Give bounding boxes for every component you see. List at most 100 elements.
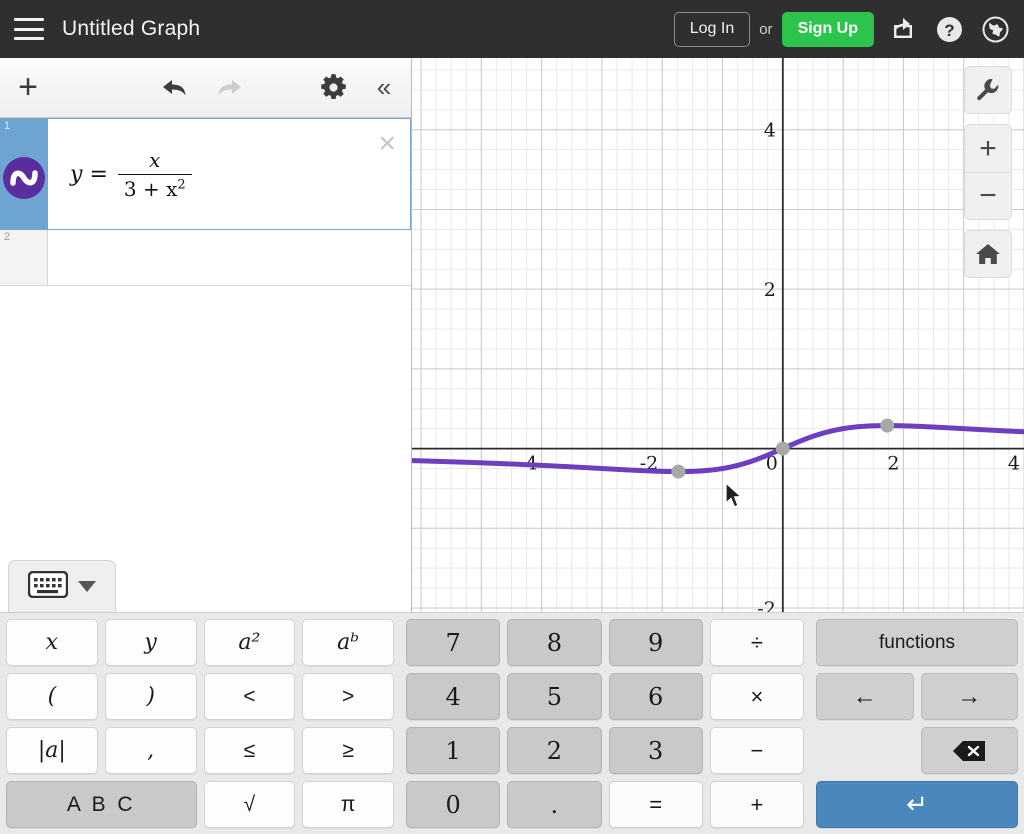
x-tick-label: 2 bbox=[887, 453, 899, 475]
graph-title[interactable]: Untitled Graph bbox=[62, 17, 200, 41]
zoom-out-button[interactable]: − bbox=[964, 172, 1012, 220]
redo-arrow-icon[interactable] bbox=[202, 58, 254, 118]
expression-gutter-1[interactable]: 1 bbox=[0, 119, 48, 229]
expression-input-1[interactable]: × y = x 3 + x2 bbox=[48, 119, 410, 229]
fraction-denominator: 3 + x2 bbox=[117, 173, 192, 201]
y-tick-label: 4 bbox=[764, 120, 776, 142]
expression-math-1: y = x 3 + x2 bbox=[70, 148, 195, 201]
y-tick-label: 2 bbox=[764, 279, 776, 301]
expression-panel: + « 1 × y = x 3 + x2 2 bbox=[0, 58, 412, 612]
key-enter[interactable]: ↵ bbox=[816, 781, 1018, 828]
key-y[interactable]: y bbox=[104, 619, 197, 666]
add-expression-button[interactable]: + bbox=[0, 58, 56, 118]
help-question-icon[interactable]: ? bbox=[932, 12, 966, 46]
math-keyboard: x y a² aᵇ () < > |a|, ≤ ≥ A B C √ π 7 8 9 ÷ 4 5 6 × 1 2 3− 0. = +… bbox=[0, 612, 1024, 834]
key-multiply[interactable]: × bbox=[709, 673, 804, 720]
key-x[interactable]: x bbox=[6, 619, 98, 666]
globe-language-icon[interactable] bbox=[978, 12, 1012, 46]
expression-equals: = bbox=[89, 161, 108, 187]
key-0[interactable]: 0 bbox=[406, 781, 501, 828]
key-absolute-value[interactable]: |a| bbox=[6, 727, 98, 774]
key-minus[interactable]: − bbox=[709, 727, 804, 774]
or-label: or bbox=[759, 20, 773, 38]
zoom-controls: + − bbox=[964, 124, 1012, 220]
keyboard-symbols-section: x y a² aᵇ () < > |a|, ≤ ≥ A B C √ π bbox=[0, 613, 400, 834]
graph-svg: -4 -2 2 4-2024 bbox=[412, 58, 1024, 612]
expression-lhs: y bbox=[70, 161, 83, 187]
key-pi[interactable]: π bbox=[302, 781, 394, 828]
undo-arrow-icon[interactable] bbox=[150, 58, 202, 118]
key-greater-than[interactable]: > bbox=[302, 673, 394, 720]
header-actions: Log In or Sign Up ? bbox=[673, 11, 1024, 47]
share-icon[interactable] bbox=[886, 12, 920, 46]
numerator-text: x bbox=[149, 147, 161, 172]
signup-button[interactable]: Sign Up bbox=[781, 11, 874, 47]
chevron-down-icon[interactable] bbox=[78, 581, 96, 592]
delete-expression-button[interactable]: × bbox=[378, 129, 396, 159]
key-3[interactable]: 3 bbox=[608, 727, 703, 774]
key-8[interactable]: 8 bbox=[507, 619, 602, 666]
key-arrow-right[interactable]: → bbox=[920, 673, 1018, 720]
keyboard-numeric-section: 7 8 9 ÷ 4 5 6 × 1 2 3− 0. = + bbox=[400, 613, 810, 834]
expression-row-2[interactable]: 2 bbox=[0, 230, 411, 286]
key-7[interactable]: 7 bbox=[406, 619, 501, 666]
key-arrow-left[interactable]: ← bbox=[816, 673, 914, 720]
key-divide[interactable]: ÷ bbox=[709, 619, 804, 666]
keyboard-actions-section: functions ← → ↵ bbox=[810, 613, 1024, 834]
key-2[interactable]: 2 bbox=[507, 727, 602, 774]
keyboard-icon bbox=[27, 570, 69, 603]
key-less-than[interactable]: < bbox=[203, 673, 296, 720]
key-spacer bbox=[816, 727, 914, 774]
y-tick-label: -2 bbox=[757, 598, 776, 612]
key-square-root[interactable]: √ bbox=[203, 781, 296, 828]
key-greater-equal[interactable]: ≥ bbox=[302, 727, 394, 774]
backspace-icon[interactable] bbox=[920, 727, 1018, 774]
graph-controls: + − bbox=[964, 66, 1012, 278]
expression-list: 1 × y = x 3 + x2 2 bbox=[0, 118, 411, 612]
keyboard-toggle-button[interactable] bbox=[8, 560, 116, 612]
key-4[interactable]: 4 bbox=[406, 673, 501, 720]
key-close-paren[interactable]: ) bbox=[104, 673, 197, 720]
login-button[interactable]: Log In bbox=[673, 11, 751, 47]
denominator-exponent-text: 2 bbox=[177, 176, 186, 192]
graph-canvas[interactable]: -4 -2 2 4 -2 0 2 4 + − bbox=[412, 58, 1024, 612]
expression-index-2: 2 bbox=[4, 231, 11, 243]
collapse-panel-button[interactable]: « bbox=[357, 58, 411, 118]
hamburger-menu-icon[interactable] bbox=[14, 18, 44, 40]
app-header: Untitled Graph Log In or Sign Up ? bbox=[0, 0, 1024, 58]
denominator-base-text: 3 + x bbox=[123, 176, 178, 201]
expression-row-1[interactable]: 1 × y = x 3 + x2 bbox=[0, 118, 411, 230]
expression-input-2[interactable] bbox=[48, 230, 411, 285]
graph-settings-wrench-icon[interactable] bbox=[964, 66, 1012, 114]
key-a-to-the-b[interactable]: aᵇ bbox=[302, 619, 394, 666]
key-abc[interactable]: A B C bbox=[6, 781, 197, 828]
key-plus[interactable]: + bbox=[709, 781, 804, 828]
key-9[interactable]: 9 bbox=[608, 619, 703, 666]
expression-color-swatch[interactable] bbox=[3, 157, 45, 199]
key-6[interactable]: 6 bbox=[608, 673, 703, 720]
desmos-calculator-app: Untitled Graph Log In or Sign Up ? + « 1… bbox=[0, 0, 1024, 834]
key-less-equal[interactable]: ≤ bbox=[203, 727, 296, 774]
key-comma[interactable]: , bbox=[104, 727, 197, 774]
gear-icon[interactable] bbox=[309, 58, 357, 118]
expression-toolbar: + « bbox=[0, 58, 411, 118]
key-a-squared[interactable]: a² bbox=[203, 619, 296, 666]
key-equals[interactable]: = bbox=[608, 781, 703, 828]
curve-point[interactable] bbox=[671, 464, 686, 479]
key-1[interactable]: 1 bbox=[406, 727, 501, 774]
key-open-paren[interactable]: ( bbox=[6, 673, 98, 720]
zoom-in-button[interactable]: + bbox=[964, 124, 1012, 172]
fraction-numerator: x bbox=[143, 148, 166, 174]
curve-point[interactable] bbox=[775, 441, 790, 456]
svg-text:?: ? bbox=[944, 21, 954, 40]
x-tick-label: 4 bbox=[1008, 453, 1020, 475]
home-icon[interactable] bbox=[964, 230, 1012, 278]
curve-point[interactable] bbox=[880, 418, 895, 433]
key-decimal-point[interactable]: . bbox=[507, 781, 602, 828]
expression-fraction: x 3 + x2 bbox=[117, 148, 192, 201]
keyboard-tab-bar bbox=[0, 560, 412, 612]
expression-gutter-2[interactable]: 2 bbox=[0, 230, 48, 285]
key-5[interactable]: 5 bbox=[507, 673, 602, 720]
key-functions[interactable]: functions bbox=[816, 619, 1018, 666]
expression-index-1: 1 bbox=[4, 120, 11, 132]
